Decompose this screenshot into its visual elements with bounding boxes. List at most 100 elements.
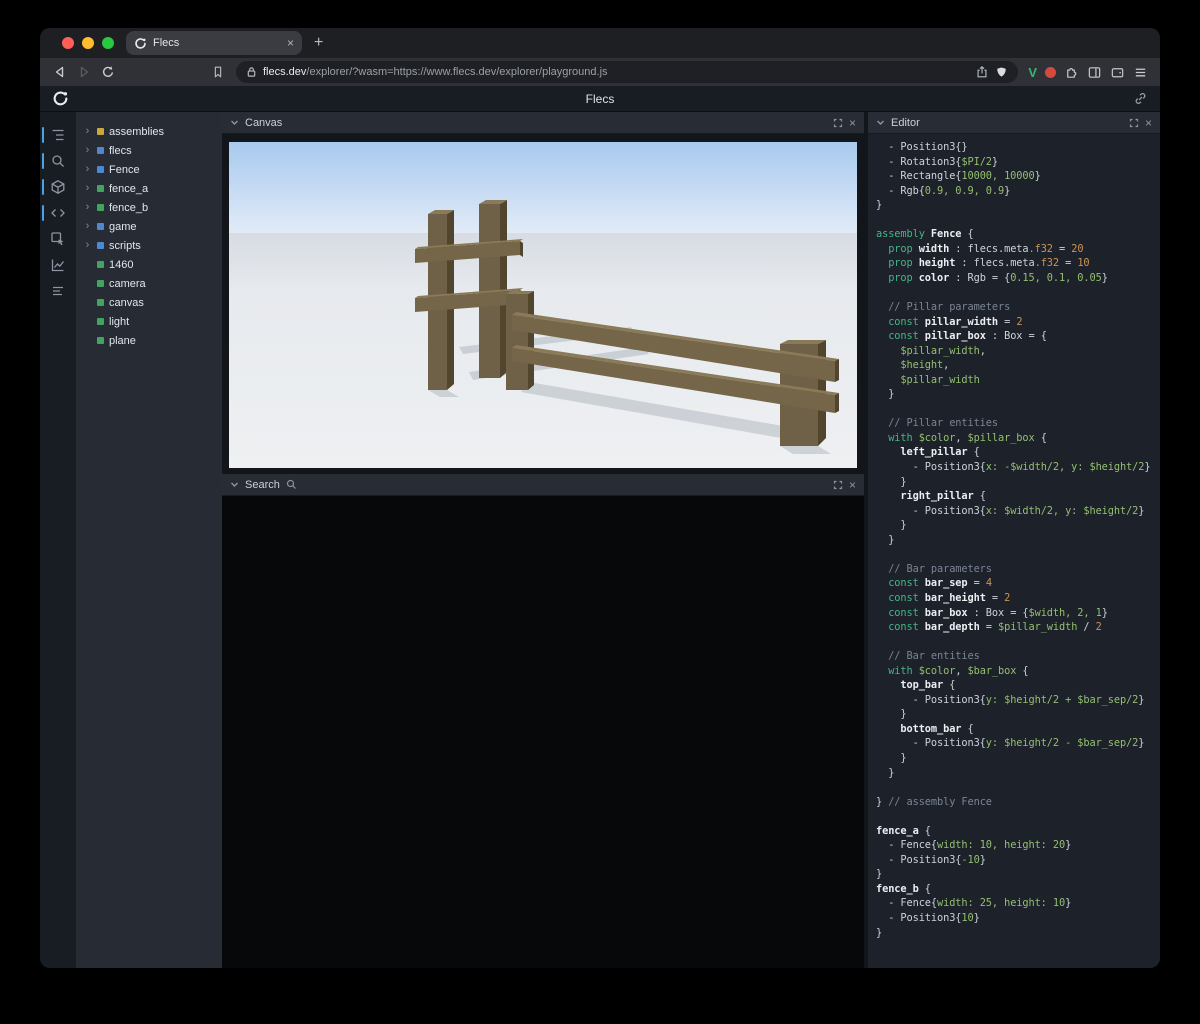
collapse-chevron-icon[interactable] [230, 480, 239, 489]
tree-item-label: game [109, 220, 137, 233]
url-text: flecs.dev/explorer/?wasm=https://www.fle… [263, 66, 969, 78]
extension-red-icon[interactable] [1045, 66, 1056, 78]
tree-item[interactable]: › Fence [76, 160, 222, 179]
tree-item[interactable]: › assemblies [76, 122, 222, 141]
code-line: fence_b { [876, 882, 931, 895]
expand-arrow-icon[interactable]: › [83, 221, 92, 232]
share-link-icon[interactable] [1133, 91, 1148, 106]
collapse-chevron-icon[interactable] [230, 118, 239, 127]
reload-button[interactable] [96, 61, 120, 83]
code-line: const bar_sep = 4 [876, 577, 992, 590]
tree-item[interactable]: plane [76, 331, 222, 350]
entity-tree-icon[interactable] [40, 122, 76, 148]
expand-panel-icon[interactable] [833, 118, 843, 128]
brave-shield-icon[interactable] [995, 66, 1008, 79]
entity-tree: › assemblies › flecs › Fence › fence_a › fence_b ›… [76, 112, 222, 968]
code-line: - Position3{y: $height/2 + $bar_sep/2} [876, 693, 1145, 706]
tree-item-label: canvas [109, 296, 144, 309]
extensions-puzzle-icon[interactable] [1064, 65, 1079, 80]
address-bar[interactable]: flecs.dev/explorer/?wasm=https://www.fle… [236, 61, 1019, 83]
code-line: const pillar_box : Box = { [876, 330, 1047, 343]
expand-arrow-icon[interactable]: › [83, 183, 92, 194]
code-line: - Rectangle{10000, 10000} [876, 170, 1041, 183]
commands-list-icon[interactable] [40, 278, 76, 304]
entity-color-square [97, 242, 104, 249]
forward-button[interactable] [72, 61, 96, 83]
code-line: const bar_depth = $pillar_width / 2 [876, 621, 1102, 634]
code-line: } [876, 868, 883, 881]
close-panel-icon[interactable]: × [1145, 117, 1152, 129]
window-minimize-button[interactable] [82, 37, 94, 49]
expand-panel-icon[interactable] [833, 480, 843, 490]
code-line: } // assembly Fence [876, 795, 992, 808]
search-results-area [222, 496, 864, 968]
entity-color-square [97, 261, 104, 268]
fence-3d-scene [229, 142, 857, 468]
entity-color-square [97, 318, 104, 325]
code-line: } [876, 519, 907, 532]
tree-item[interactable]: › fence_a [76, 179, 222, 198]
tree-item[interactable]: 1460 [76, 255, 222, 274]
sidebar-panel-icon[interactable] [1087, 65, 1102, 80]
new-tab-button[interactable]: + [314, 35, 323, 51]
expand-arrow-icon[interactable]: › [83, 145, 92, 156]
code-line: - Fence{width: 25, height: 10} [876, 897, 1072, 910]
close-panel-icon[interactable]: × [849, 117, 856, 129]
code-line: fence_a { [876, 824, 931, 837]
code-editor-icon[interactable] [40, 200, 76, 226]
tree-item[interactable]: › scripts [76, 236, 222, 255]
bookmark-icon[interactable] [206, 61, 230, 83]
tree-item[interactable]: light [76, 312, 222, 331]
expand-arrow-icon[interactable]: › [83, 126, 92, 137]
share-button[interactable] [975, 65, 989, 79]
tree-item[interactable]: camera [76, 274, 222, 293]
editor-panel-title: Editor [891, 116, 920, 129]
expand-arrow-icon[interactable]: › [83, 202, 92, 213]
browser-tab[interactable]: Flecs × [126, 31, 302, 55]
window-controls [40, 37, 114, 49]
window-close-button[interactable] [62, 37, 74, 49]
canvas-cube-icon[interactable] [40, 174, 76, 200]
tree-item[interactable]: › flecs [76, 141, 222, 160]
code-line: - Rotation3{$PI/2} [876, 155, 998, 168]
entity-color-square [97, 204, 104, 211]
app-body: › assemblies › flecs › Fence › fence_a › fence_b ›… [40, 112, 1160, 968]
code-line: } [876, 751, 907, 764]
search-icon[interactable] [40, 148, 76, 174]
wallet-icon[interactable] [1110, 65, 1125, 80]
entity-color-square [97, 337, 104, 344]
window-zoom-button[interactable] [102, 37, 114, 49]
code-line: - Rgb{0.9, 0.9, 0.9} [876, 184, 1011, 197]
tree-item[interactable]: › game [76, 217, 222, 236]
code-line: prop width : flecs.meta.f32 = 20 [876, 242, 1084, 255]
tree-item[interactable]: canvas [76, 293, 222, 312]
canvas-3d-view[interactable] [222, 134, 864, 474]
entity-color-square [97, 280, 104, 287]
editor-panel-header: Editor × [868, 112, 1160, 134]
expand-arrow-icon[interactable]: › [83, 164, 92, 175]
code-area[interactable]: - Position3{} - Rotation3{$PI/2} - Recta… [868, 134, 1160, 968]
tree-item[interactable]: › fence_b [76, 198, 222, 217]
expand-arrow-icon[interactable]: › [83, 240, 92, 251]
inspector-icon[interactable] [40, 226, 76, 252]
tab-close-button[interactable]: × [287, 37, 294, 49]
url-host: flecs.dev [263, 66, 307, 78]
center-column: Canvas × Search × [222, 112, 864, 968]
code-line: assembly Fence { [876, 228, 974, 241]
extension-v-icon[interactable]: V [1028, 65, 1037, 80]
collapse-chevron-icon[interactable] [876, 118, 885, 127]
menu-hamburger-icon[interactable] [1133, 65, 1148, 80]
tree-item-label: camera [109, 277, 146, 290]
lock-icon[interactable] [246, 66, 257, 78]
tree-item-label: Fence [109, 163, 140, 176]
entity-color-square [97, 299, 104, 306]
stats-chart-icon[interactable] [40, 252, 76, 278]
code-line: // Bar entities [876, 650, 980, 663]
entity-color-square [97, 147, 104, 154]
back-button[interactable] [48, 61, 72, 83]
close-panel-icon[interactable]: × [849, 479, 856, 491]
expand-panel-icon[interactable] [1129, 118, 1139, 128]
